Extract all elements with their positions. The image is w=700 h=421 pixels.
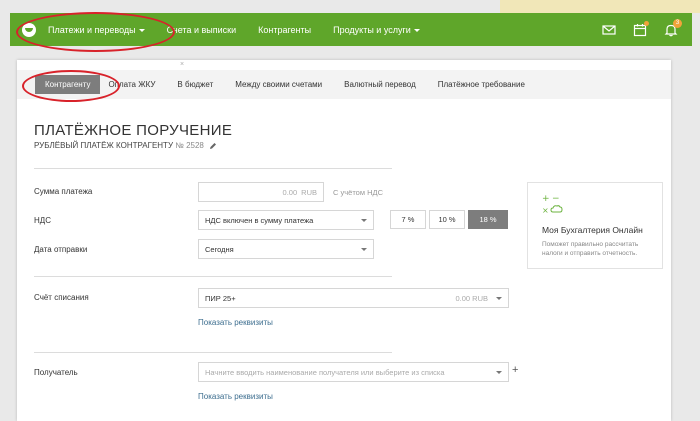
divider xyxy=(34,168,392,169)
svg-text:+: + xyxy=(542,194,550,204)
calendar-icon[interactable] xyxy=(633,20,649,37)
sberbank-logo-icon[interactable] xyxy=(22,22,36,37)
chevron-down-icon xyxy=(496,296,502,300)
account-select[interactable]: ПИР 25+ 0.00 RUB xyxy=(198,288,509,308)
nav-payments[interactable]: Платежи и переводы xyxy=(48,25,145,35)
pencil-icon[interactable] xyxy=(209,142,217,150)
date-select-value: Сегодня xyxy=(205,244,234,254)
recipient-input[interactable]: Начните вводить наименование получателя … xyxy=(198,362,509,382)
vat-select-value: НДС включен в сумму платежа xyxy=(205,215,314,225)
tab-payment-request[interactable]: Платёжное требование xyxy=(438,80,525,89)
calculator-cloud-icon: + − × xyxy=(542,193,568,215)
date-select[interactable]: Сегодня xyxy=(198,239,374,259)
vat-label: НДС xyxy=(34,216,51,225)
notification-badge: 3 xyxy=(673,18,682,28)
subtitle-text: РУБЛЁВЫЙ ПЛАТЁЖ КОНТРАГЕНТУ xyxy=(34,141,174,150)
chevron-down-icon xyxy=(138,28,145,32)
divider xyxy=(34,352,392,353)
promo-description: Поможет правильно рассчитать налоги и от… xyxy=(542,241,639,257)
tab-own-accounts[interactable]: Между своими счетами xyxy=(235,80,322,89)
payment-type-tabs: Контрагенту Оплата ЖКУ В бюджет Между св… xyxy=(17,70,671,99)
svg-text:×: × xyxy=(542,206,549,215)
amount-currency: RUB xyxy=(301,187,317,197)
date-label: Дата отправки xyxy=(34,245,88,254)
vat-rate-7[interactable]: 7 % xyxy=(390,210,426,229)
nav-products-label: Продукты и услуги xyxy=(333,24,411,35)
top-navigation: Платежи и переводы Счета и выписки Контр… xyxy=(10,13,692,46)
vat-rate-10[interactable]: 10 % xyxy=(429,210,465,229)
amount-input[interactable]: 0.00 RUB xyxy=(198,182,324,202)
tab-utilities[interactable]: Оплата ЖКУ xyxy=(108,80,155,89)
recipient-placeholder: Начните вводить наименование получателя … xyxy=(205,367,445,377)
main-nav: Платежи и переводы Счета и выписки Контр… xyxy=(48,25,442,35)
calendar-notification-dot xyxy=(644,20,649,26)
account-label: Счёт списания xyxy=(34,293,89,302)
account-name: ПИР 25+ xyxy=(205,293,236,303)
nav-payments-label: Платежи и переводы xyxy=(48,24,136,35)
tab-currency-transfer[interactable]: Валютный перевод xyxy=(344,80,416,89)
show-details-link[interactable]: Показать реквизиты xyxy=(198,392,273,401)
vat-note: С учётом НДС xyxy=(333,188,384,197)
account-balance: 0.00 RUB xyxy=(455,293,488,303)
nav-accounts-label: Счета и выписки xyxy=(166,24,237,35)
promo-title: Моя Бухгалтерия Онлайн xyxy=(542,225,643,235)
close-icon[interactable]: × xyxy=(180,61,186,68)
nav-counterparties-label: Контрагенты xyxy=(258,24,312,35)
nav-counterparties[interactable]: Контрагенты xyxy=(258,25,311,35)
amount-value: 0.00 xyxy=(282,187,298,197)
vat-select[interactable]: НДС включен в сумму платежа xyxy=(198,210,374,230)
recipient-label: Получатель xyxy=(34,368,78,377)
payment-card: × Контрагенту Оплата ЖКУ В бюджет Между … xyxy=(17,60,671,421)
show-details-link[interactable]: Показать реквизиты xyxy=(198,318,273,327)
mail-icon[interactable] xyxy=(602,23,616,37)
chevron-down-icon xyxy=(413,28,420,32)
tab-budget[interactable]: В бюджет xyxy=(177,80,213,89)
accounting-promo-card[interactable]: + − × Моя Бухгалтерия Онлайн Поможет пра… xyxy=(527,182,663,269)
add-recipient-icon[interactable]: + xyxy=(512,364,518,376)
chevron-down-icon xyxy=(496,370,502,374)
divider xyxy=(34,276,392,277)
vat-rate-18[interactable]: 18 % xyxy=(468,210,508,229)
chevron-down-icon xyxy=(361,218,367,222)
payment-number: № 2528 xyxy=(175,141,204,150)
top-icons: 3 xyxy=(602,18,682,37)
nav-products[interactable]: Продукты и услуги xyxy=(333,25,420,35)
svg-text:−: − xyxy=(552,194,560,204)
nav-accounts[interactable]: Счета и выписки xyxy=(167,25,236,35)
page-subtitle: РУБЛЁВЫЙ ПЛАТЁЖ КОНТРАГЕНТУ № 2528 xyxy=(34,141,217,150)
amount-label: Сумма платежа xyxy=(34,187,93,196)
bell-icon[interactable]: 3 xyxy=(664,18,682,37)
page-title: ПЛАТЁЖНОЕ ПОРУЧЕНИЕ xyxy=(34,122,233,139)
tab-counterparty[interactable]: Контрагенту xyxy=(35,75,101,94)
chevron-down-icon xyxy=(361,247,367,251)
promo-banner[interactable] xyxy=(500,0,700,13)
